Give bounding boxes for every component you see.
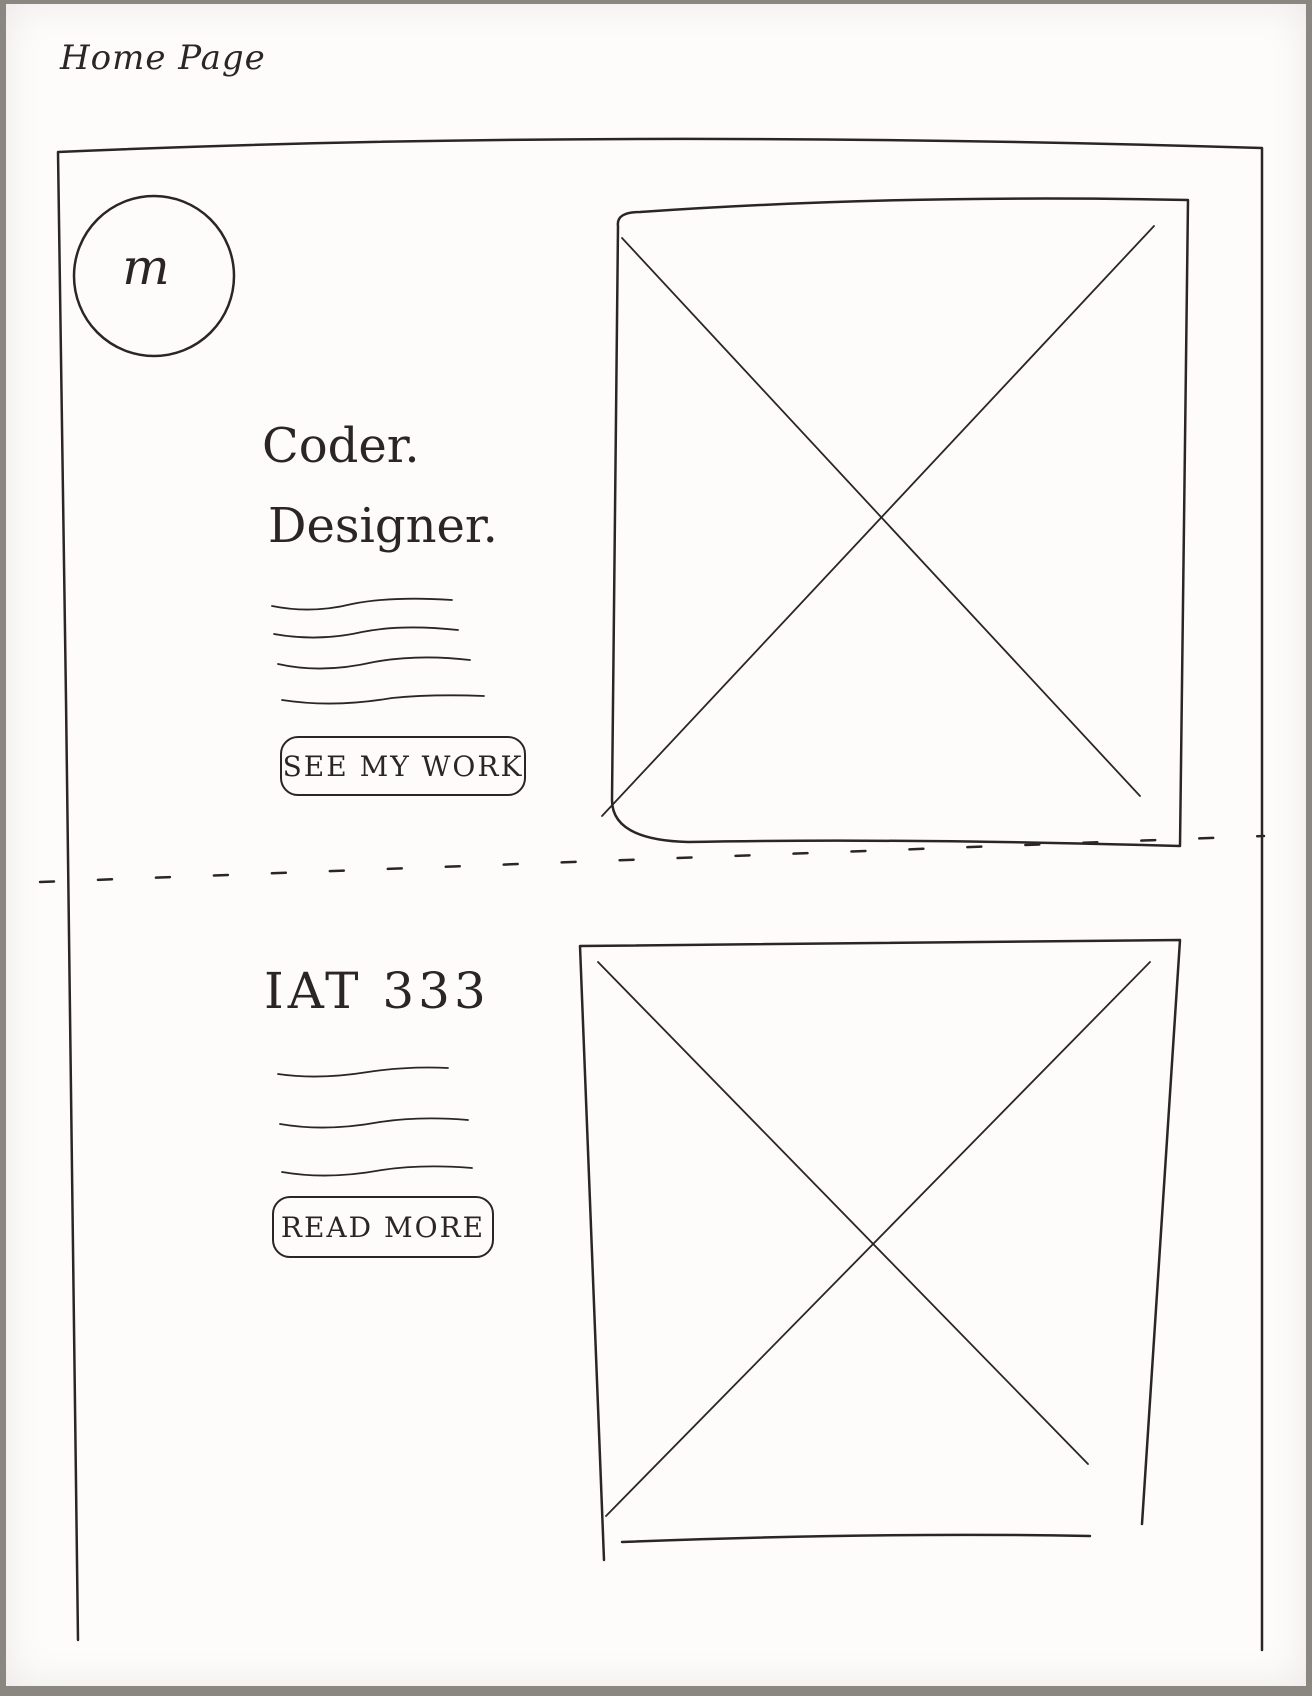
hero-headline-coder: Coder. xyxy=(262,418,420,474)
course-title: IAT 333 xyxy=(264,962,490,1020)
page-title: Home Page xyxy=(60,38,266,78)
read-more-button[interactable]: READ MORE xyxy=(272,1196,494,1258)
course-image-placeholder xyxy=(578,938,1182,1562)
hero-headline-designer: Designer. xyxy=(268,498,498,554)
page-frame xyxy=(56,137,1264,1652)
hero-paragraph xyxy=(271,597,485,705)
see-my-work-button[interactable]: SEE MY WORK xyxy=(280,736,526,796)
hero-image-placeholder xyxy=(601,197,1190,848)
wireframe-sketch xyxy=(38,137,1266,1652)
course-paragraph xyxy=(277,1066,473,1177)
logo[interactable]: m xyxy=(116,238,176,296)
